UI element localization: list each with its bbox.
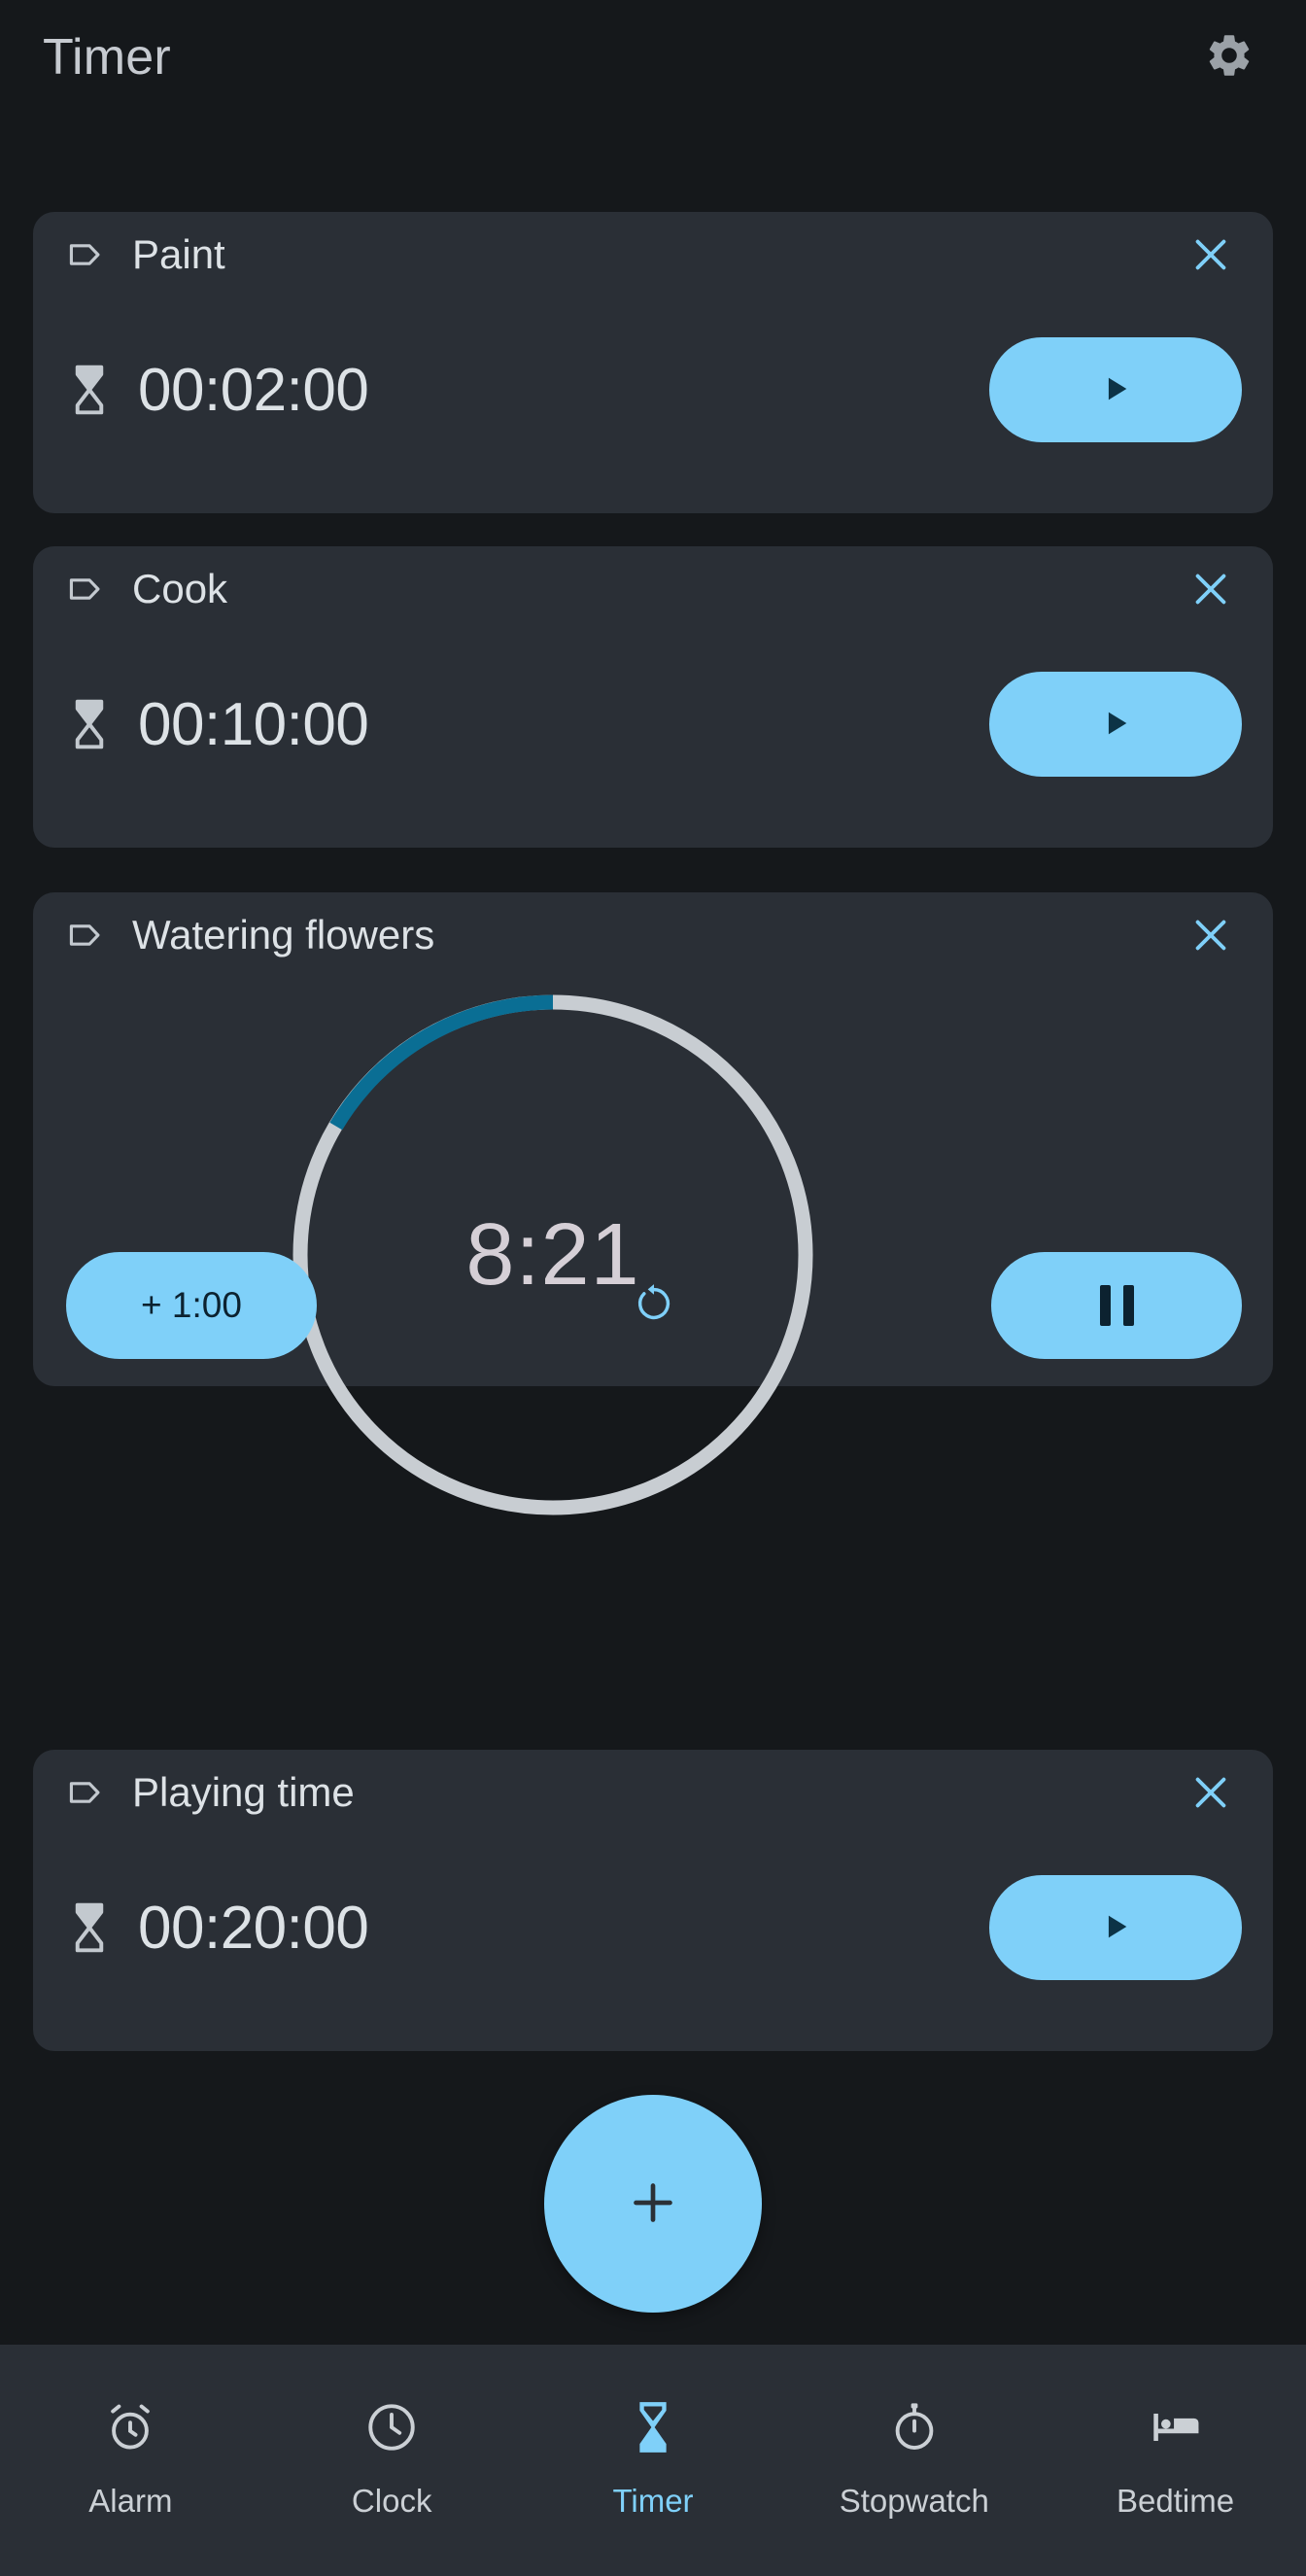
close-icon[interactable]	[1182, 906, 1240, 964]
nav-item-stopwatch[interactable]: Stopwatch	[783, 2395, 1045, 2520]
timer-card-header: Playing time	[33, 1750, 1273, 1835]
timer-card[interactable]: Cook 00:10:00	[33, 546, 1273, 848]
timer-card-active[interactable]: Watering flowers 8:21 + 1:00	[33, 892, 1273, 1515]
timer-card-body: 00:10:00	[33, 632, 1273, 817]
gear-icon	[1204, 30, 1254, 86]
tag-icon	[64, 567, 109, 611]
nav-label: Bedtime	[1117, 2483, 1235, 2519]
close-icon[interactable]	[1182, 226, 1240, 284]
settings-button[interactable]	[1191, 19, 1267, 95]
nav-label: Stopwatch	[839, 2483, 989, 2519]
add-timer-fab[interactable]	[544, 2095, 762, 2313]
timer-app-screen: Timer Paint 00:02:00 Cook 00:10:00 Water…	[0, 0, 1306, 2576]
stopwatch-icon	[886, 2395, 943, 2459]
timer-card-body: 00:20:00	[33, 1835, 1273, 2020]
app-header: Timer	[0, 0, 1306, 115]
timer-duration: 00:10:00	[138, 690, 369, 758]
play-icon	[1099, 1908, 1132, 1948]
nav-item-timer[interactable]: Timer	[523, 2395, 784, 2520]
reset-button[interactable]	[317, 1281, 991, 1331]
timer-label: Cook	[132, 566, 228, 611]
play-button[interactable]	[989, 672, 1242, 777]
pause-button[interactable]	[991, 1252, 1242, 1359]
timer-card-header: Paint	[33, 212, 1273, 297]
play-button[interactable]	[989, 1875, 1242, 1980]
timer-card-header: Cook	[33, 546, 1273, 632]
close-icon[interactable]	[1182, 560, 1240, 618]
play-icon	[1099, 370, 1132, 410]
alarm-clock-icon	[102, 2395, 158, 2459]
timer-card-header: Watering flowers	[33, 892, 1273, 978]
nav-label: Clock	[351, 2483, 432, 2519]
pause-icon	[1099, 1285, 1134, 1326]
bottom-navigation: Alarm Clock Timer Stopwatch Bedtime	[0, 2345, 1306, 2576]
bed-icon	[1148, 2395, 1204, 2459]
timer-card-body: 00:02:00	[33, 297, 1273, 482]
add-minute-button[interactable]: + 1:00	[66, 1252, 317, 1359]
tag-icon	[64, 913, 109, 957]
page-title: Timer	[43, 29, 171, 86]
nav-label: Alarm	[88, 2483, 173, 2519]
timer-duration: 00:20:00	[138, 1894, 369, 1962]
hourglass-icon	[68, 1900, 111, 1955]
clock-icon	[363, 2395, 420, 2459]
play-button[interactable]	[989, 337, 1242, 442]
timer-controls: + 1:00	[33, 1250, 1273, 1361]
hourglass-icon	[68, 363, 111, 417]
tag-icon	[64, 232, 109, 277]
timer-label: Paint	[132, 231, 225, 277]
reset-icon	[632, 1281, 676, 1331]
nav-label: Timer	[612, 2483, 694, 2519]
hourglass-icon	[68, 697, 111, 751]
timer-duration: 00:02:00	[138, 356, 369, 424]
nav-item-alarm[interactable]: Alarm	[0, 2395, 261, 2520]
close-icon[interactable]	[1182, 1763, 1240, 1822]
timer-label: Playing time	[132, 1769, 355, 1815]
timer-label: Watering flowers	[132, 912, 435, 957]
timer-card[interactable]: Paint 00:02:00	[33, 212, 1273, 513]
tag-icon	[64, 1770, 109, 1815]
hourglass-icon	[630, 2395, 676, 2459]
timer-card[interactable]: Playing time 00:20:00	[33, 1750, 1273, 2051]
nav-item-clock[interactable]: Clock	[261, 2395, 523, 2520]
plus-icon	[626, 2176, 680, 2233]
nav-item-bedtime[interactable]: Bedtime	[1045, 2395, 1306, 2520]
play-icon	[1099, 705, 1132, 745]
